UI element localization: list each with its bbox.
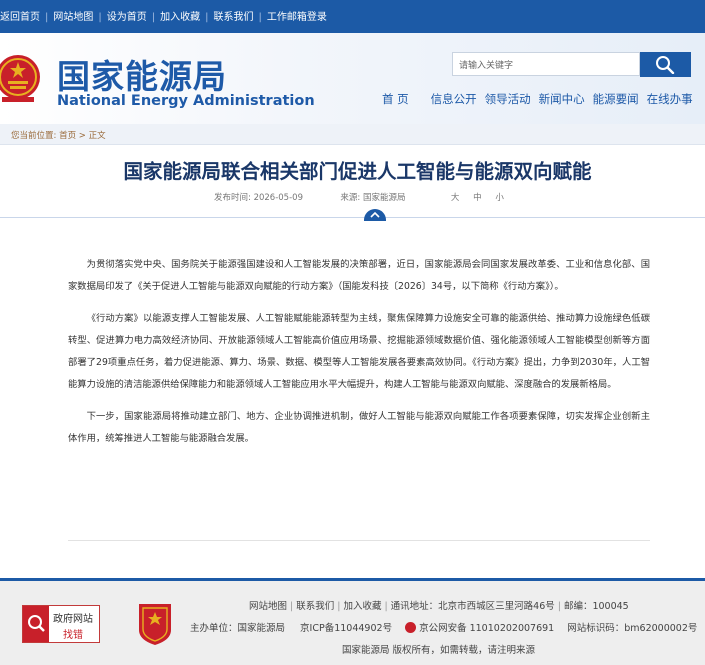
badge-line-2: 找错 xyxy=(63,630,83,641)
main-nav: 首 页 信息公开 领导活动 新闻中心 能源要闻 在线办事 xyxy=(382,91,701,107)
article-title: 国家能源局联合相关部门促进人工智能与能源双向赋能 xyxy=(123,160,592,183)
separator: | xyxy=(557,601,561,612)
font-size-large[interactable]: 大 xyxy=(451,193,460,203)
breadcrumb-bar: 您当前位置: 首页 > 正文 xyxy=(0,124,705,145)
police-badge-icon xyxy=(405,622,417,633)
source-value: 国家能源局 xyxy=(362,193,406,203)
utility-link-bookmark[interactable]: 加入收藏 xyxy=(160,12,200,23)
footer-links: 网站地图 | 联系我们 | 加入收藏 | 通讯地址：北京市西城区三里河路46号 | 邮编：100… xyxy=(249,598,629,612)
breadcrumb-separator: > xyxy=(78,131,86,141)
body-divider xyxy=(68,540,650,541)
footer-link-sitemap[interactable]: 网站地图 xyxy=(249,601,287,612)
footer-sponsor: 主办单位：国家能源局 xyxy=(190,623,286,634)
utility-link-set-homepage[interactable]: 设为首页 xyxy=(107,12,147,23)
nav-leader-activities[interactable]: 领导活动 xyxy=(485,92,531,106)
utility-links: 返回首页 | 网站地图 | 设为首页 | 加入收藏 | 联系我们 | 工作邮箱登录 xyxy=(0,8,327,23)
separator: | xyxy=(337,601,341,612)
nav-energy-news[interactable]: 能源要闻 xyxy=(593,92,639,106)
nav-info-disclosure[interactable]: 信息公开 xyxy=(431,92,477,106)
search-icon xyxy=(656,56,675,74)
nav-online-services[interactable]: 在线办事 xyxy=(647,92,693,106)
utility-link-contact[interactable]: 联系我们 xyxy=(214,12,254,23)
article-body: 为贯彻落实党中央、国务院关于能源强国建设和人工智能发展的决策部署，近日，国家能源… xyxy=(68,254,650,460)
breadcrumb-current: 正文 xyxy=(88,131,106,141)
footer-link-contact[interactable]: 联系我们 xyxy=(296,601,334,612)
footer-police-record[interactable]: 京公网安备 11010202007691 xyxy=(419,623,554,634)
site-header: 国家能源局 National Energy Administration 请输入… xyxy=(0,33,705,124)
top-utility-bar: 返回首页 | 网站地图 | 设为首页 | 加入收藏 | 联系我们 | 工作邮箱登录 xyxy=(0,0,705,33)
footer-icp[interactable]: 京ICP备11044902号 xyxy=(300,623,392,634)
chevron-up-icon xyxy=(370,211,380,218)
breadcrumb-home-link[interactable]: 首页 xyxy=(59,131,76,141)
footer-site-code: 网站标识码：bm62000002号 xyxy=(567,623,698,634)
badge-line-1: 政府网站 xyxy=(53,614,93,625)
source-label: 来源: xyxy=(340,193,361,203)
breadcrumb: 您当前位置: 首页 > 正文 xyxy=(11,129,106,141)
separator: | xyxy=(384,601,388,612)
article-paragraph-1: 为贯彻落实党中央、国务院关于能源强国建设和人工智能发展的决策部署，近日，国家能源… xyxy=(68,259,650,292)
publish-date-label: 发布时间: xyxy=(214,193,251,203)
footer-address: 通讯地址：北京市西城区三里河路46号 xyxy=(390,601,555,612)
nav-home[interactable]: 首 页 xyxy=(382,92,409,106)
gov-website-error-report-badge[interactable]: 政府网站 找错 xyxy=(22,605,100,643)
utility-link-webmail[interactable]: 工作邮箱登录 xyxy=(267,12,327,23)
font-size-medium[interactable]: 中 xyxy=(473,193,482,203)
publish-date: 2026-05-09 xyxy=(253,193,303,203)
footer-link-bookmark[interactable]: 加入收藏 xyxy=(343,601,381,612)
utility-link-sitemap[interactable]: 网站地图 xyxy=(53,12,93,23)
magnifier-icon xyxy=(23,606,49,642)
search-button[interactable] xyxy=(640,52,691,77)
separator: | xyxy=(290,601,294,612)
header-divider xyxy=(0,217,705,218)
separator: | xyxy=(98,12,102,23)
breadcrumb-prefix: 您当前位置: xyxy=(11,131,57,141)
separator: | xyxy=(205,12,209,23)
nav-news-center[interactable]: 新闻中心 xyxy=(539,92,585,106)
article-meta: 发布时间: 2026-05-09 来源: 国家能源局 大 中 小 xyxy=(214,191,515,203)
article-paragraph-2: 《行动方案》以能源支撑人工智能发展、人工智能赋能能源转型为主线，聚焦保障算力设施… xyxy=(68,313,650,390)
collapse-toggle-button[interactable] xyxy=(364,209,386,221)
separator: | xyxy=(258,12,262,23)
footer-registration-line: 主办单位：国家能源局 京ICP备11044902号 京公网安备 110102020… xyxy=(190,620,697,634)
separator: | xyxy=(45,12,49,23)
article-paragraph-3: 下一步，国家能源局将推动建立部门、地方、企业协调推进机制，做好人工智能与能源双向… xyxy=(68,411,650,444)
site-logo-english[interactable]: National Energy Administration xyxy=(57,93,315,109)
site-logo-chinese[interactable]: 国家能源局 xyxy=(57,50,227,98)
footer-copyright: 国家能源局 版权所有，如需转载，请注明来源 xyxy=(342,645,536,656)
font-size-small[interactable]: 小 xyxy=(495,193,504,203)
search-input[interactable]: 请输入关键字 xyxy=(452,52,640,76)
separator: | xyxy=(151,12,156,23)
utility-link-home[interactable]: 返回首页 xyxy=(0,12,40,23)
footer-postcode: 邮编：100045 xyxy=(563,601,629,612)
national-emblem-icon xyxy=(0,55,40,102)
party-government-agency-icon[interactable] xyxy=(135,600,175,646)
